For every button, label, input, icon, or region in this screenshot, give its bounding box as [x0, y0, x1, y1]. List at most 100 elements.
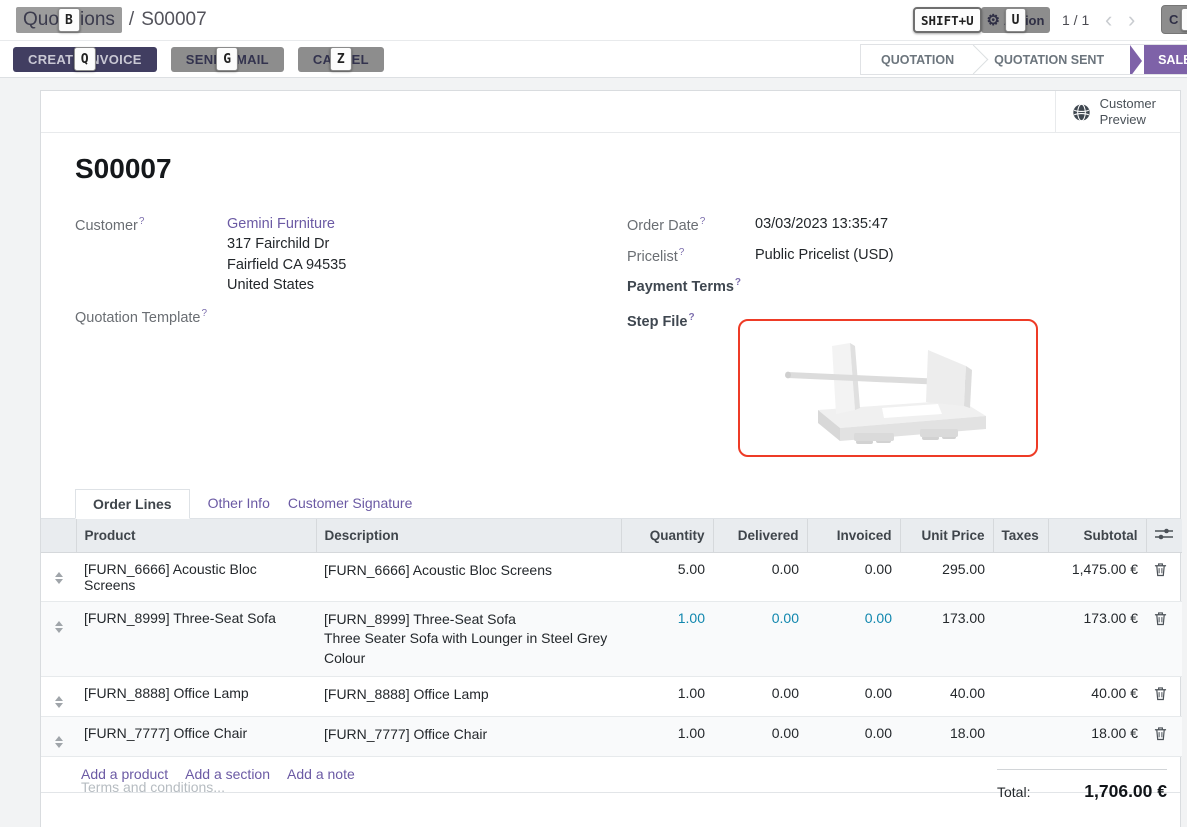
- invoiced-column-header[interactable]: Invoiced: [807, 519, 900, 553]
- subtotal-cell[interactable]: 18.00 €: [1048, 716, 1146, 756]
- create-invoice-button[interactable]: CREATE INVOICE Q: [13, 47, 157, 72]
- step-file-field-label: Step File?: [627, 312, 695, 330]
- optional-columns-toggle[interactable]: [1146, 519, 1182, 553]
- help-icon: ?: [735, 277, 741, 288]
- product-column-header[interactable]: Product: [76, 519, 316, 553]
- form-header: Customer Preview: [41, 91, 1180, 133]
- invoiced-cell[interactable]: 0.00: [807, 716, 900, 756]
- delete-row-button[interactable]: [1146, 676, 1182, 716]
- table-row[interactable]: [FURN_6666] Acoustic Bloc Screens [FURN_…: [41, 553, 1182, 602]
- product-cell[interactable]: [FURN_6666] Acoustic Bloc Screens: [76, 553, 316, 602]
- quantity-cell[interactable]: 5.00: [621, 553, 713, 602]
- drag-handle[interactable]: [41, 716, 76, 756]
- quantity-cell[interactable]: 1.00: [621, 716, 713, 756]
- table-row[interactable]: [FURN_8888] Office Lamp [FURN_8888] Offi…: [41, 676, 1182, 716]
- status-step-sales-order[interactable]: SALES ORDER: [1144, 45, 1187, 74]
- trash-icon: [1154, 611, 1167, 626]
- table-row[interactable]: [FURN_7777] Office Chair [FURN_7777] Off…: [41, 716, 1182, 756]
- order-date-field-value[interactable]: 03/03/2023 13:35:47: [755, 216, 888, 232]
- trash-icon: [1154, 562, 1167, 577]
- pager-previous-icon[interactable]: ‹: [1105, 0, 1112, 40]
- gear-icon: ⚙: [987, 13, 1000, 28]
- invoiced-cell[interactable]: 0.00: [807, 602, 900, 677]
- unit-price-cell[interactable]: 173.00: [900, 602, 993, 677]
- invoiced-cell[interactable]: 0.00: [807, 676, 900, 716]
- keyboard-hint-g: G: [216, 47, 238, 71]
- delivered-cell[interactable]: 0.00: [713, 602, 807, 677]
- delivered-column-header[interactable]: Delivered: [713, 519, 807, 553]
- tab-order-lines[interactable]: Order Lines: [75, 489, 190, 519]
- customer-field-value[interactable]: Gemini Furniture 317 Fairchild Dr Fairfi…: [227, 216, 346, 296]
- status-step-quotation[interactable]: QUOTATION: [861, 45, 974, 74]
- pricelist-field-value[interactable]: Public Pricelist (USD): [755, 247, 894, 263]
- description-cell[interactable]: [FURN_6666] Acoustic Bloc Screens: [316, 553, 621, 602]
- help-icon: ?: [679, 247, 685, 258]
- breadcrumb: Quotations B / S00007: [16, 0, 207, 40]
- cancel-button[interactable]: CANCEL Z: [298, 47, 384, 72]
- description-column-header[interactable]: Description: [316, 519, 621, 553]
- invoiced-cell[interactable]: 0.00: [807, 553, 900, 602]
- subtotal-cell[interactable]: 40.00 €: [1048, 676, 1146, 716]
- notebook-tabs: Order Lines Other Info Customer Signatur…: [41, 489, 1180, 519]
- total-value: 1,706.00 €: [1084, 781, 1167, 802]
- delete-row-button[interactable]: [1146, 553, 1182, 602]
- order-lines-table: Product Description Quantity Delivered I…: [41, 519, 1182, 757]
- customer-preview-button[interactable]: Customer Preview: [1055, 91, 1180, 133]
- page-title: S00007: [75, 153, 172, 185]
- truncated-create-button[interactable]: C: [1161, 5, 1187, 34]
- delete-row-button[interactable]: [1146, 602, 1182, 677]
- drag-handle[interactable]: [41, 676, 76, 716]
- customer-link[interactable]: Gemini Furniture: [227, 216, 335, 232]
- step-file-preview[interactable]: [738, 319, 1038, 457]
- payment-terms-field-label: Payment Terms?: [627, 277, 741, 295]
- taxes-cell[interactable]: [993, 553, 1048, 602]
- record-pager: 1 / 1: [1062, 0, 1089, 40]
- unit-price-cell[interactable]: 18.00: [900, 716, 993, 756]
- order-total: Total: 1,706.00 €: [997, 769, 1167, 802]
- product-cell[interactable]: [FURN_8888] Office Lamp: [76, 676, 316, 716]
- pager-next-icon[interactable]: ›: [1128, 0, 1135, 40]
- add-a-note-link[interactable]: Add a note: [287, 766, 355, 782]
- top-control-bar: Quotations B / S00007 SHIFT+U ⚙ Action U…: [0, 0, 1187, 40]
- table-row[interactable]: [FURN_8999] Three-Seat Sofa [FURN_8999] …: [41, 602, 1182, 677]
- tab-other-info[interactable]: Other Info: [208, 488, 270, 518]
- unit-price-cell[interactable]: 295.00: [900, 553, 993, 602]
- keyboard-hint-shift-u: SHIFT+U: [913, 7, 982, 33]
- address-line: United States: [227, 275, 346, 296]
- quantity-column-header[interactable]: Quantity: [621, 519, 713, 553]
- drag-handle[interactable]: [41, 602, 76, 677]
- taxes-cell[interactable]: [993, 676, 1048, 716]
- taxes-cell[interactable]: [993, 716, 1048, 756]
- quantity-cell[interactable]: 1.00: [621, 676, 713, 716]
- subtotal-cell[interactable]: 1,475.00 €: [1048, 553, 1146, 602]
- terms-and-conditions-input[interactable]: Terms and conditions...: [81, 779, 225, 795]
- address-line: 317 Fairchild Dr: [227, 234, 346, 255]
- status-bar: QUOTATION QUOTATION SENT SALES ORDER: [860, 44, 1187, 75]
- globe-icon: [1072, 103, 1091, 122]
- delete-row-button[interactable]: [1146, 716, 1182, 756]
- pager-value: 1 / 1: [1062, 12, 1089, 28]
- help-icon: ?: [201, 308, 207, 319]
- description-cell[interactable]: [FURN_8999] Three-Seat SofaThree Seater …: [316, 602, 621, 677]
- send-email-button[interactable]: SEND EMAIL G: [171, 47, 284, 72]
- drag-handle[interactable]: [41, 553, 76, 602]
- product-cell[interactable]: [FURN_8999] Three-Seat Sofa: [76, 602, 316, 677]
- subtotal-column-header[interactable]: Subtotal: [1048, 519, 1146, 553]
- table-header-row: Product Description Quantity Delivered I…: [41, 519, 1182, 553]
- delivered-cell[interactable]: 0.00: [713, 676, 807, 716]
- delivered-cell[interactable]: 0.00: [713, 553, 807, 602]
- quantity-cell[interactable]: 1.00: [621, 602, 713, 677]
- unit-price-column-header[interactable]: Unit Price: [900, 519, 993, 553]
- breadcrumb-parent[interactable]: Quotations B: [16, 7, 122, 33]
- product-cell[interactable]: [FURN_7777] Office Chair: [76, 716, 316, 756]
- description-cell[interactable]: [FURN_7777] Office Chair: [316, 716, 621, 756]
- delivered-cell[interactable]: 0.00: [713, 716, 807, 756]
- taxes-cell[interactable]: [993, 602, 1048, 677]
- taxes-column-header[interactable]: Taxes: [993, 519, 1048, 553]
- status-step-quotation-sent[interactable]: QUOTATION SENT: [974, 45, 1124, 74]
- subtotal-cell[interactable]: 173.00 €: [1048, 602, 1146, 677]
- description-cell[interactable]: [FURN_8888] Office Lamp: [316, 676, 621, 716]
- tab-customer-signature[interactable]: Customer Signature: [288, 488, 413, 518]
- unit-price-cell[interactable]: 40.00: [900, 676, 993, 716]
- action-menu-button[interactable]: ⚙ Action U: [981, 7, 1050, 33]
